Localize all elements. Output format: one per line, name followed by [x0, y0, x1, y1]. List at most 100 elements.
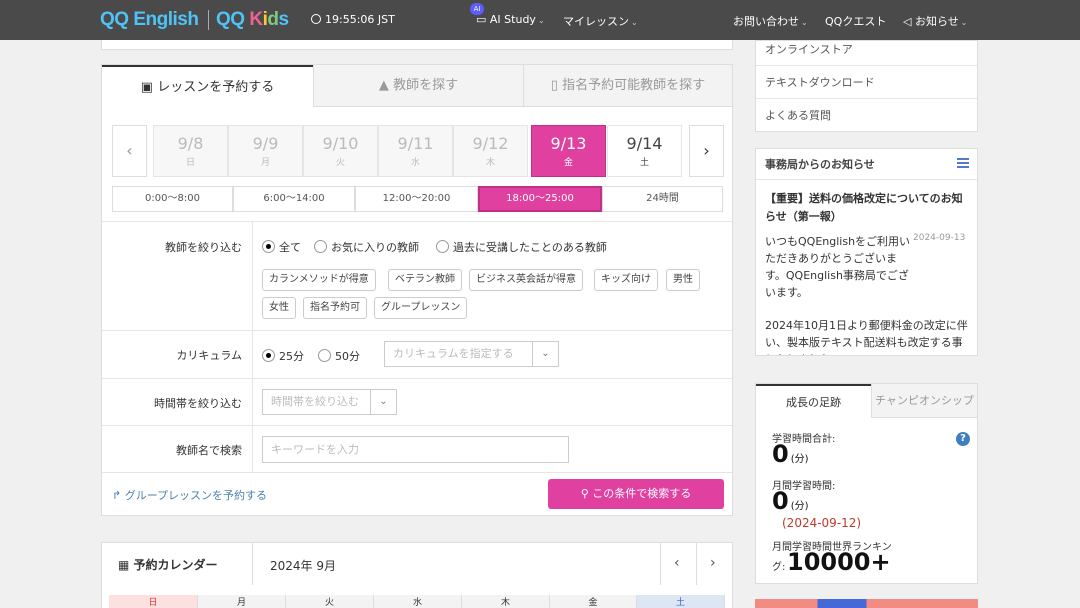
name-search-label: 教師名で検索 — [176, 444, 242, 457]
share-arrow-icon: ↱ — [112, 489, 122, 502]
monthly-study-value: 0 (分) — [772, 487, 809, 515]
teacher-name-input[interactable]: キーワードを入力 — [262, 436, 569, 463]
sidebar-link-text-download[interactable]: テキストダウンロード — [756, 66, 977, 99]
row-divider — [252, 222, 253, 330]
speaker-icon: ◁ — [903, 15, 912, 28]
date-cell-selected[interactable]: 9/13 金 — [531, 125, 606, 177]
calendar-divider — [660, 543, 661, 585]
date-cell[interactable]: 9/14 土 — [607, 125, 682, 177]
news-title[interactable]: 【重要】送料の価格改定についてのお知らせ（第一報） — [765, 190, 970, 226]
date-prev-button[interactable]: ‹ — [112, 125, 147, 177]
nav-notices[interactable]: ◁ お知らせ ⌄ — [903, 13, 967, 29]
date-cell[interactable]: 9/11 水 — [378, 125, 453, 177]
nav-contact-label: お問い合わせ — [733, 15, 799, 28]
lesson-booking-panel: ▣ レッスンを予約する ▲ 教師を探す ▯ 指名予約可能教師を探す ‹ 9/8 日… — [101, 64, 733, 516]
sidebar-links: オンラインストア テキストダウンロード よくある質問 — [755, 40, 978, 132]
tab-growth[interactable]: 成長の足跡 — [756, 384, 871, 418]
date-cell[interactable]: 9/8 日 — [153, 125, 228, 177]
tab-find-teacher[interactable]: ▲ 教師を探す — [313, 65, 523, 107]
tab-championship[interactable]: チャンピオンシップ — [871, 384, 977, 418]
row-divider — [252, 379, 253, 425]
calendar-title: ▦ 予約カレンダー — [118, 556, 218, 573]
date-text: 9/12 — [472, 134, 509, 153]
calendar-prev-button[interactable]: ‹ — [674, 555, 680, 571]
help-icon[interactable]: ? — [956, 432, 970, 446]
time-slot[interactable]: 0:00〜8:00 — [112, 186, 233, 212]
clipboard-check-icon: ▣ — [140, 80, 154, 95]
logo-kids-letter: s — [278, 9, 289, 30]
radio-past-teachers[interactable]: 過去に受講したことのある教師 — [436, 239, 607, 255]
nav-quest[interactable]: QQクエスト — [825, 13, 886, 29]
date-text: 9/8 — [177, 134, 204, 153]
weekday-header: 火 — [286, 595, 374, 608]
tag-chip[interactable]: 指名予約可 — [303, 297, 367, 319]
radio-50min[interactable]: 50分 — [318, 348, 360, 364]
date-cell[interactable]: 9/12 木 — [453, 125, 528, 177]
sidebar-link-online-store[interactable]: オンラインストア — [756, 33, 977, 66]
time-slot-selected[interactable]: 18:00〜25:00 — [478, 186, 602, 212]
date-cell[interactable]: 9/10 火 — [303, 125, 378, 177]
tag-chip[interactable]: グループレッスン — [374, 297, 468, 319]
radio-favorites[interactable]: お気に入りの教師 — [314, 239, 419, 255]
tab-find-nominated-teacher[interactable]: ▯ 指名予約可能教師を探す — [523, 65, 732, 107]
calendar-next-button[interactable]: › — [710, 555, 716, 571]
total-study-number: 0 — [772, 440, 789, 468]
filter-row-curriculum: カリキュラム 25分 50分 カリキュラムを指定する ⌄ — [102, 330, 732, 378]
sidebar-link-faq[interactable]: よくある質問 — [756, 99, 977, 132]
date-next-button[interactable]: › — [689, 125, 724, 177]
time-filter-label: 時間帯を絞り込む — [154, 397, 242, 410]
group-lesson-link-label: グループレッスンを予約する — [124, 489, 268, 502]
radio-all[interactable]: 全て — [262, 239, 301, 255]
radio-label: お気に入りの教師 — [331, 241, 419, 254]
time-slot[interactable]: 12:00〜20:00 — [355, 186, 478, 212]
time-filter-select[interactable]: 時間帯を絞り込む ⌄ — [262, 389, 397, 415]
time-slot[interactable]: 24時間 — [602, 186, 723, 212]
list-icon[interactable] — [957, 158, 969, 170]
chevron-left-icon: ‹ — [126, 141, 133, 160]
footer-divider — [102, 472, 732, 473]
tab-label: 指名予約可能教師を探す — [562, 78, 706, 93]
search-button[interactable]: ⚲ この条件で検索する — [548, 479, 724, 509]
nav-ai-study[interactable]: ▭ AI Study ⌄ — [476, 13, 545, 26]
tag-chip[interactable]: カランメソッドが得意 — [262, 269, 376, 291]
weekday-text: 日 — [185, 158, 195, 168]
monthly-study-date: (2024-09-12) — [782, 516, 862, 530]
tab-book-lesson[interactable]: ▣ レッスンを予約する — [102, 65, 313, 107]
tab-label: レッスンを予約する — [157, 80, 275, 95]
radio-25min[interactable]: 25分 — [262, 348, 304, 364]
date-text: 9/11 — [397, 134, 434, 153]
qq-english-logo[interactable]: QQ English — [100, 9, 199, 31]
tag-chip[interactable]: 女性 — [262, 297, 296, 319]
robot-icon: ▭ — [476, 13, 487, 26]
nav-my-lessons[interactable]: マイレッスン ⌄ — [563, 13, 638, 29]
weekday-header: 金 — [550, 595, 637, 608]
curriculum-select[interactable]: カリキュラムを指定する ⌄ — [384, 341, 559, 367]
news-date: 2024-09-13 — [913, 233, 966, 243]
tag-chip[interactable]: ベテラン教師 — [388, 269, 462, 291]
weekday-text: 月 — [260, 158, 270, 168]
nav-contact[interactable]: お問い合わせ ⌄ — [733, 13, 808, 29]
nav-notices-label: お知らせ — [914, 15, 959, 28]
radio-label: 50分 — [335, 350, 360, 363]
time-slot[interactable]: 6:00〜14:00 — [233, 186, 355, 212]
logo-kids-letter: d — [267, 9, 279, 30]
previous-panel-edge — [101, 40, 733, 50]
tag-chip[interactable]: 男性 — [666, 269, 700, 291]
chevron-left-icon: ‹ — [674, 555, 680, 571]
tag-chip[interactable]: キッズ向け — [594, 269, 658, 291]
news-heading-label: 事務局からのお知らせ — [765, 158, 875, 171]
tag-chip[interactable]: ビジネス英会話が得意 — [469, 269, 583, 291]
nav-ai-study-label: AI Study — [489, 13, 536, 26]
weekday-header: 木 — [462, 595, 550, 608]
promo-banner[interactable] — [755, 599, 978, 608]
clock-icon — [311, 14, 321, 24]
calendar-month: 2024年 9月 — [270, 559, 336, 573]
date-cell[interactable]: 9/9 月 — [228, 125, 303, 177]
select-placeholder: 時間帯を絞り込む — [271, 395, 359, 408]
calendar-icon: ▦ — [118, 558, 130, 572]
qq-kids-logo[interactable]: QQ Kids — [216, 9, 289, 31]
weekday-header: 日 — [109, 595, 198, 608]
group-lesson-link[interactable]: ↱ グループレッスンを予約する — [112, 487, 267, 503]
chevron-down-icon: ⌄ — [537, 16, 545, 25]
weekday-text: 水 — [410, 158, 420, 168]
